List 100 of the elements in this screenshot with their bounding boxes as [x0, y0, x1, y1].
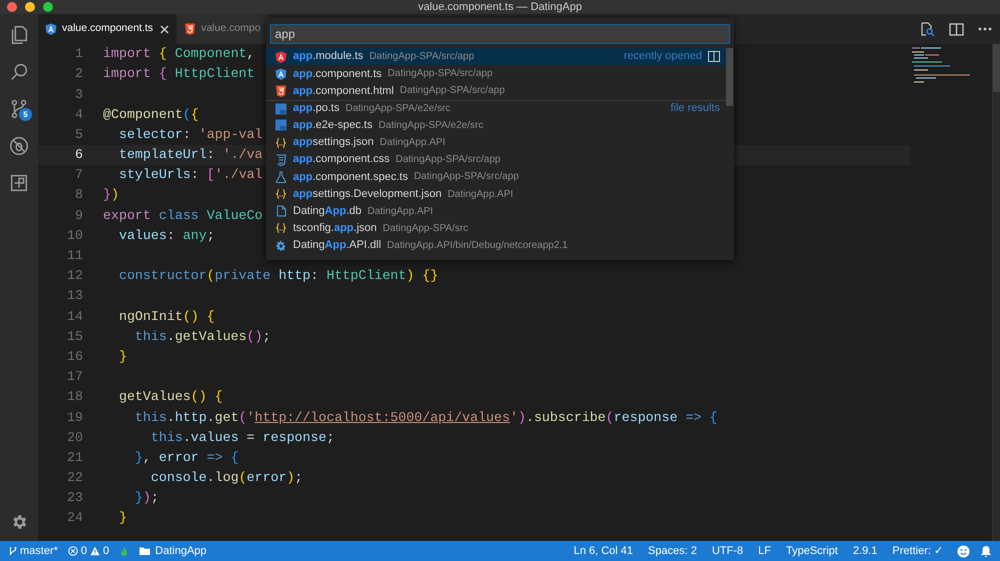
minimize-window-button[interactable] — [25, 2, 35, 12]
problems-indicator[interactable]: 0 0 — [68, 542, 110, 560]
code-line: } — [118, 509, 127, 528]
status-item[interactable]: LF — [758, 542, 771, 560]
line-number: 14 — [66, 308, 83, 326]
open-changes-icon[interactable] — [919, 21, 935, 37]
quick-open-item[interactable]: app.component.spec.ts DatingApp-SPA/src/app — [266, 168, 726, 186]
badge: 5 — [19, 108, 32, 121]
status-item[interactable]: Ln 6, Col 41 — [574, 542, 634, 560]
quick-open-item[interactable]: DatingApp.db DatingApp.API — [266, 202, 726, 220]
quick-open-item[interactable]: app.component.ts DatingApp-SPA/src/app — [266, 65, 726, 82]
line-number: 20 — [66, 428, 83, 447]
code-line: values: any; — [118, 226, 215, 245]
gear-icon — [275, 240, 287, 252]
file-name: app.component.css — [293, 152, 390, 168]
file-name: appsettings.Development.json — [293, 186, 442, 202]
list-scrollbar[interactable] — [726, 48, 733, 106]
folder-indicator[interactable]: DatingApp — [139, 542, 207, 560]
quick-open-item[interactable]: tsconfig.app.json DatingApp-SPA/src — [266, 220, 726, 238]
crossed-bug-icon[interactable] — [8, 135, 30, 157]
code-line: }) — [103, 186, 119, 204]
status-item[interactable]: Spaces: 2 — [648, 542, 697, 560]
line-number: 18 — [66, 388, 83, 406]
editor-tab[interactable]: value.component.ts — [38, 14, 178, 44]
status-item[interactable]: 2.9.1 — [852, 542, 878, 560]
status-item[interactable]: TypeScript — [786, 542, 838, 560]
code-line: constructor(private http: HttpClient) {} — [118, 267, 438, 286]
line-number: 23 — [66, 489, 83, 508]
file-name: DatingApp.db — [293, 204, 362, 220]
line-number: 16 — [66, 348, 83, 366]
file-path: DatingApp-SPA/src — [382, 222, 468, 236]
branch-icon — [8, 546, 17, 556]
code-line: import { HttpClient — [103, 65, 255, 84]
code-line: this.getValues(); — [134, 328, 271, 346]
quick-open-item[interactable]: appsettings.Development.json DatingApp.API — [266, 186, 726, 203]
file-path: DatingApp-SPA/src/app — [414, 170, 519, 184]
file-name: DatingApp.API.dll — [293, 238, 382, 254]
file-name: app.e2e-spec.ts — [293, 118, 372, 134]
file-name: app.po.ts — [293, 101, 340, 116]
ts-file-icon — [275, 119, 287, 132]
bell-icon[interactable] — [980, 545, 992, 557]
code-line: getValues() { — [118, 388, 223, 406]
quick-open-input[interactable]: app — [270, 24, 730, 44]
file-path: DatingApp.API — [380, 136, 446, 150]
code-line: export class ValueCo — [103, 206, 263, 225]
ts-file-icon — [275, 102, 287, 115]
quick-open-item[interactable]: app.module.ts DatingApp-SPA/src/app recently opened — [266, 48, 726, 66]
shield-icon — [275, 50, 287, 63]
html5-icon — [275, 84, 287, 97]
css-file-icon — [275, 154, 287, 166]
braces-icon — [275, 136, 287, 149]
file-path: DatingApp-SPA/src/app — [388, 67, 493, 82]
file-name: tsconfig.app.json — [293, 221, 377, 236]
file-path: DatingApp.API — [448, 188, 514, 202]
extensions-icon[interactable] — [8, 172, 30, 194]
quick-open-item[interactable]: app.po.ts DatingApp-SPA/e2e/src file results — [266, 100, 726, 117]
code-line: @Component({ — [103, 106, 199, 124]
line-number: 13 — [66, 287, 83, 306]
group-label: recently opened — [624, 49, 702, 64]
line-number: 22 — [66, 469, 83, 488]
file-path: DatingApp-SPA/src/app — [400, 84, 505, 98]
branch-indicator[interactable]: master* — [8, 542, 58, 560]
quick-open-item[interactable]: app.component.html DatingApp-SPA/src/app — [266, 82, 726, 100]
editor-tab[interactable]: value.compo — [177, 14, 269, 44]
more-actions-icon[interactable] — [978, 27, 992, 31]
quick-open-item[interactable]: app.component.css DatingApp-SPA/src/app — [266, 151, 726, 168]
line-number: 7 — [74, 166, 83, 184]
line-number: 4 — [74, 106, 83, 124]
split-icon[interactable] — [708, 51, 720, 62]
quick-open-item[interactable]: appsettings.json DatingApp.API — [266, 134, 726, 152]
line-number: 10 — [66, 226, 83, 245]
status-item[interactable]: Prettier: ✓ — [892, 542, 943, 560]
code-line: this.http.get('http://localhost:5000/api/values').subscribe(response => { — [134, 408, 718, 426]
error-icon — [68, 546, 78, 556]
file-name: app.component.ts — [293, 66, 382, 82]
file-path: DatingApp.API/bin/Debug/netcoreapp2.1 — [387, 239, 568, 254]
line-number: 1 — [74, 45, 83, 64]
status-item[interactable]: UTF-8 — [712, 542, 744, 560]
close-icon[interactable] — [160, 24, 170, 34]
code-line: import { Component, — [103, 45, 255, 64]
line-number: 12 — [66, 267, 83, 286]
folder-icon — [139, 546, 152, 556]
code-line: styleUrls: ['./val — [118, 166, 263, 184]
braces-icon — [275, 222, 287, 234]
search-icon[interactable] — [8, 61, 30, 83]
line-number: 15 — [66, 328, 83, 346]
smiley-icon[interactable] — [957, 544, 970, 558]
line-number: 17 — [66, 368, 83, 386]
maximize-window-button[interactable] — [43, 2, 53, 12]
line-number: 8 — [74, 186, 83, 204]
scrollbar[interactable] — [992, 44, 1000, 541]
code-line: }); — [134, 489, 159, 508]
line-number: 5 — [74, 126, 83, 144]
close-window-button[interactable] — [7, 2, 17, 12]
split-editor-icon[interactable] — [949, 22, 964, 36]
line-number: 2 — [74, 65, 83, 84]
shield-icon — [275, 68, 287, 80]
quick-open-item[interactable]: DatingApp.API.dll DatingApp.API/bin/Debug/netcoreapp2.1 — [266, 237, 726, 254]
quick-open-item[interactable]: app.e2e-spec.ts DatingApp-SPA/e2e/src — [266, 116, 726, 134]
file-path: DatingApp-SPA/e2e/src — [378, 118, 484, 133]
